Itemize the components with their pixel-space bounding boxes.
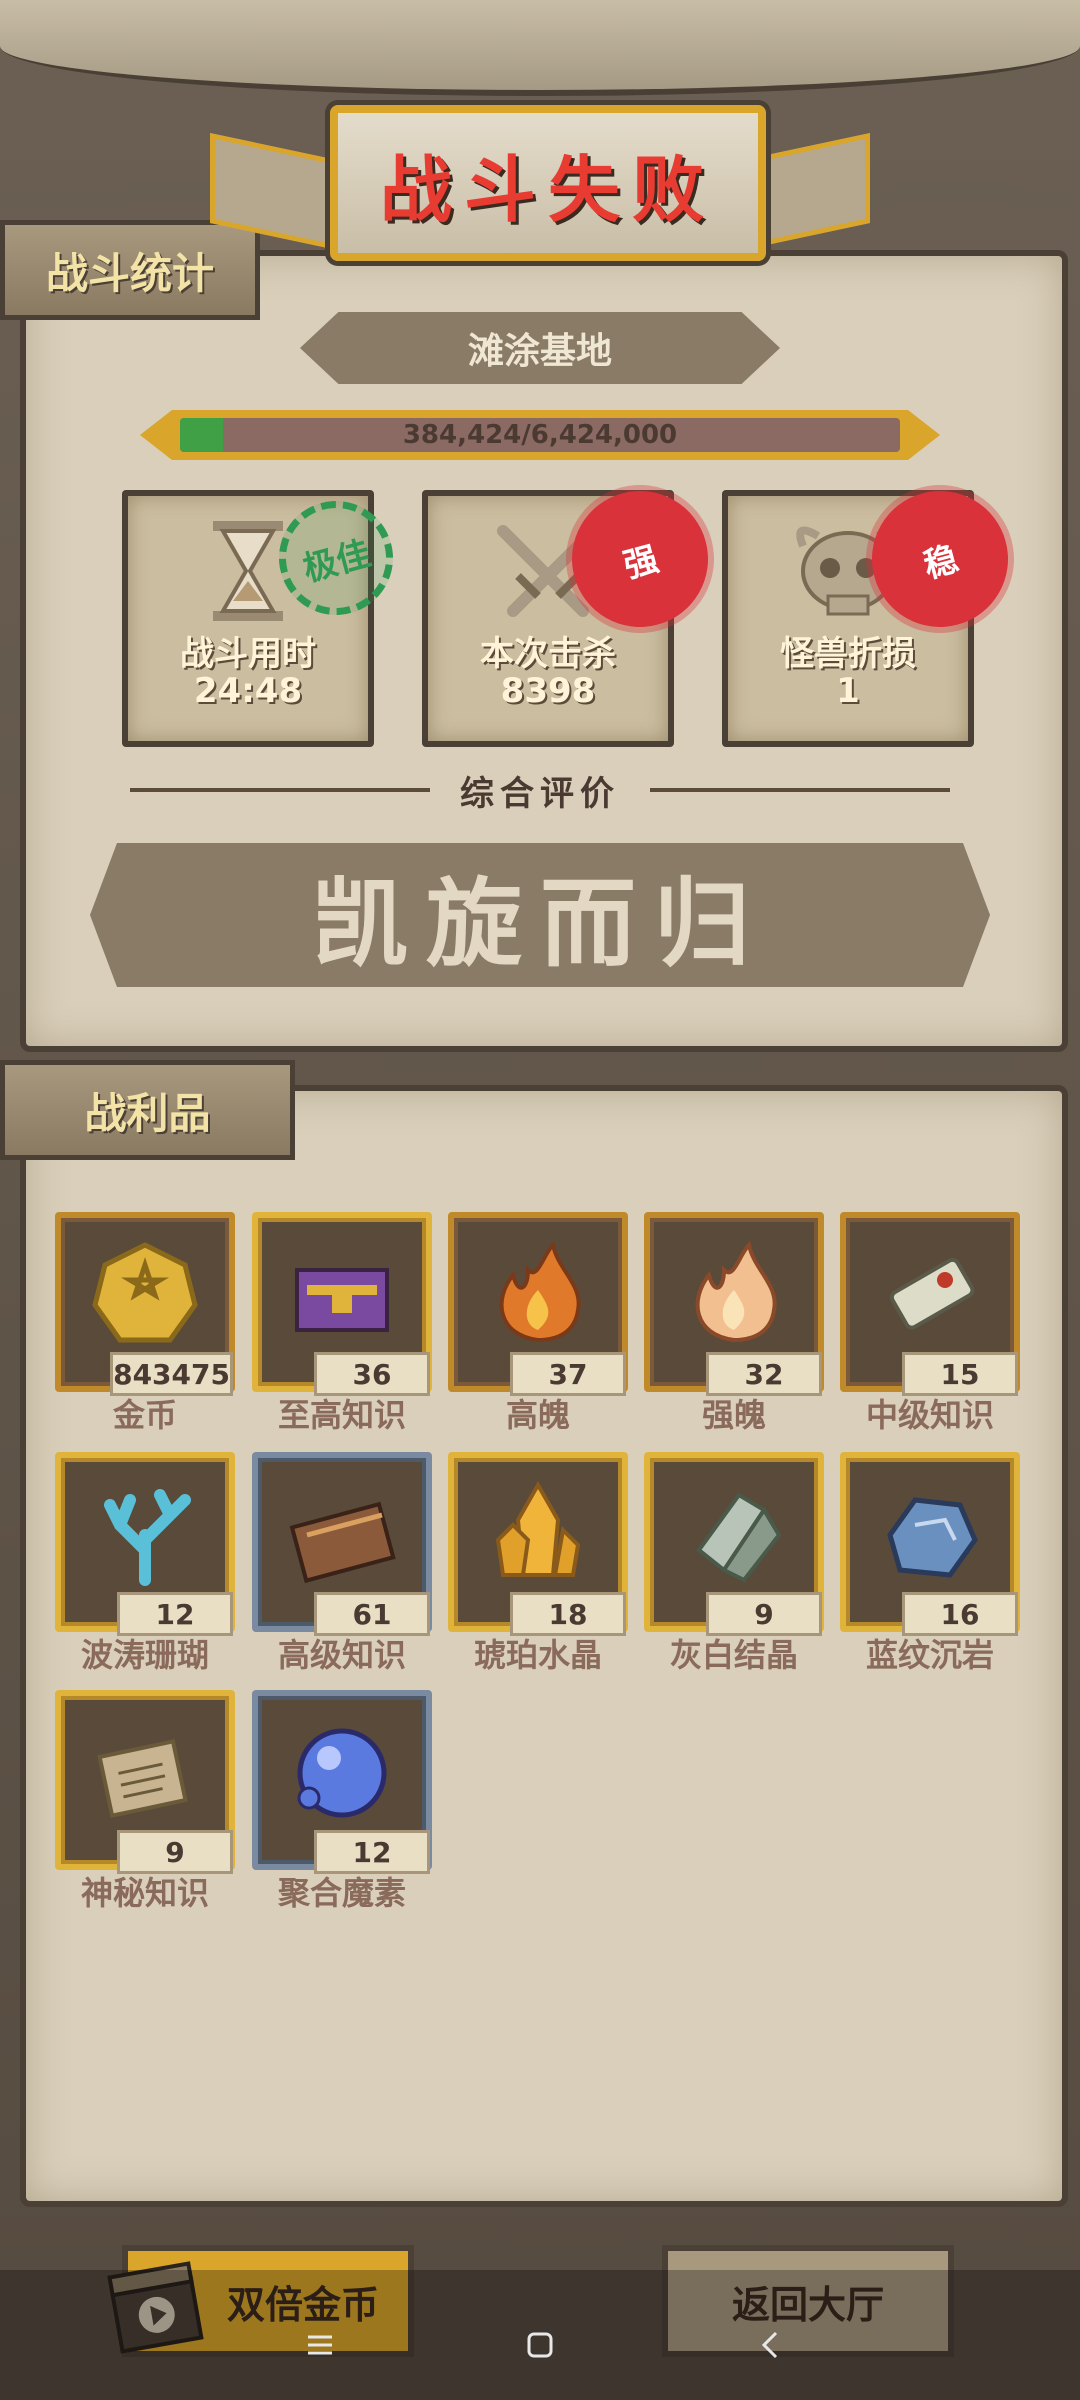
amber-crystal-icon xyxy=(495,1481,581,1578)
result-title: 战斗失败 xyxy=(379,147,716,232)
loot-tile: 36 xyxy=(252,1212,432,1396)
loot-name: 高级知识 xyxy=(277,1636,406,1674)
blue-rock-icon xyxy=(887,1497,978,1578)
divider-line xyxy=(650,788,950,792)
loot-item[interactable]: 15 中级知识 xyxy=(840,1212,1020,1434)
loot-tab: 战利品 xyxy=(0,1060,295,1160)
loot-item[interactable]: 843475 金币 xyxy=(55,1212,235,1434)
stat-card-kills: 本次击杀 8398 强 xyxy=(422,475,724,747)
fire-light-icon xyxy=(695,1241,777,1343)
loot-tile: 12 xyxy=(55,1452,235,1636)
loot-name: 至高知识 xyxy=(277,1396,406,1434)
loot-tile: 18 xyxy=(448,1452,628,1636)
progress-track: 384,424/6,424,000 xyxy=(180,418,900,452)
system-navigation-bar xyxy=(0,2270,1080,2400)
scroll-icon xyxy=(889,1258,975,1330)
loot-name: 强魄 xyxy=(701,1396,766,1434)
loot-item[interactable]: 9 灰白结晶 xyxy=(644,1452,824,1674)
loot-name: 蓝纹沉岩 xyxy=(865,1636,994,1674)
title-plate: 战斗失败 xyxy=(330,105,766,261)
loot-name: 中级知识 xyxy=(865,1396,994,1434)
loot-tile: 9 xyxy=(644,1452,824,1636)
loot-item[interactable]: 16 蓝纹沉岩 xyxy=(840,1452,1020,1674)
loot-item[interactable]: 61 高级知识 xyxy=(252,1452,432,1674)
loot-tile: 61 xyxy=(252,1452,432,1636)
brown-book-icon xyxy=(289,1502,396,1584)
blue-orb-icon xyxy=(297,1728,387,1818)
divider-line xyxy=(130,788,430,792)
stat-value: 1 xyxy=(836,671,860,711)
gold-coin-icon xyxy=(92,1242,198,1343)
loot-item[interactable]: 18 琥珀水晶 xyxy=(448,1452,628,1674)
loot-item[interactable]: 36 至高知识 xyxy=(252,1212,432,1434)
overall-rating-banner: 凯旋而归 xyxy=(90,843,990,987)
stone-tablet-icon xyxy=(97,1739,188,1819)
stat-value: 8398 xyxy=(500,671,596,711)
loot-name: 高魄 xyxy=(505,1396,570,1434)
overall-rating-header: 综合评价 xyxy=(130,770,950,814)
stat-label: 战斗用时 xyxy=(180,634,316,674)
coral-icon xyxy=(104,1489,191,1587)
loot-item[interactable]: 12 聚合魔素 xyxy=(252,1690,432,1912)
top-wood-frame xyxy=(0,0,1080,96)
menu-icon[interactable] xyxy=(300,2325,340,2365)
home-icon[interactable] xyxy=(520,2325,560,2365)
location-name: 滩涂基地 xyxy=(300,312,780,384)
loot-name: 灰白结晶 xyxy=(669,1636,798,1674)
loot-item[interactable]: 12 波涛珊瑚 xyxy=(55,1452,235,1674)
fire-orange-icon xyxy=(499,1241,581,1343)
stat-value: 24:48 xyxy=(193,671,303,711)
result-title-banner: 战斗失败 xyxy=(210,105,870,261)
loot-tile: 843475 xyxy=(55,1212,235,1396)
loot-tile: 16 xyxy=(840,1452,1020,1636)
overall-rating-value: 凯旋而归 xyxy=(312,867,768,980)
loot-tile: 37 xyxy=(448,1212,628,1396)
stat-card-monster-loss: 怪兽折损 1 稳 xyxy=(722,475,1024,747)
loot-item[interactable]: 32 强魄 xyxy=(644,1212,824,1434)
battle-stats-tab: 战斗统计 xyxy=(0,220,260,320)
stat-label: 怪兽折损 xyxy=(780,634,916,674)
overall-rating-label: 综合评价 xyxy=(460,773,620,814)
grey-crystal-icon xyxy=(696,1492,782,1583)
loot-name: 聚合魔素 xyxy=(277,1874,406,1912)
loot-name: 波涛珊瑚 xyxy=(80,1636,209,1674)
progress-text: 384,424/6,424,000 xyxy=(402,420,678,450)
loot-tile: 12 xyxy=(252,1690,432,1874)
back-icon[interactable] xyxy=(750,2325,790,2365)
loot-tile: 15 xyxy=(840,1212,1020,1396)
stat-card-battle-time: 战斗用时 24:48 极佳 xyxy=(122,488,406,747)
loot-name: 金币 xyxy=(112,1396,177,1434)
stat-label: 本次击杀 xyxy=(480,634,616,674)
loot-tile: 32 xyxy=(644,1212,824,1396)
purple-book-icon xyxy=(295,1268,389,1333)
progress-bar: 384,424/6,424,000 xyxy=(140,410,940,460)
loot-item[interactable]: 37 高魄 xyxy=(448,1212,628,1434)
loot-item[interactable]: 9 神秘知识 xyxy=(55,1690,235,1912)
loot-name: 神秘知识 xyxy=(80,1874,209,1912)
loot-name: 琥珀水晶 xyxy=(473,1636,602,1674)
loot-tile: 9 xyxy=(55,1690,235,1874)
